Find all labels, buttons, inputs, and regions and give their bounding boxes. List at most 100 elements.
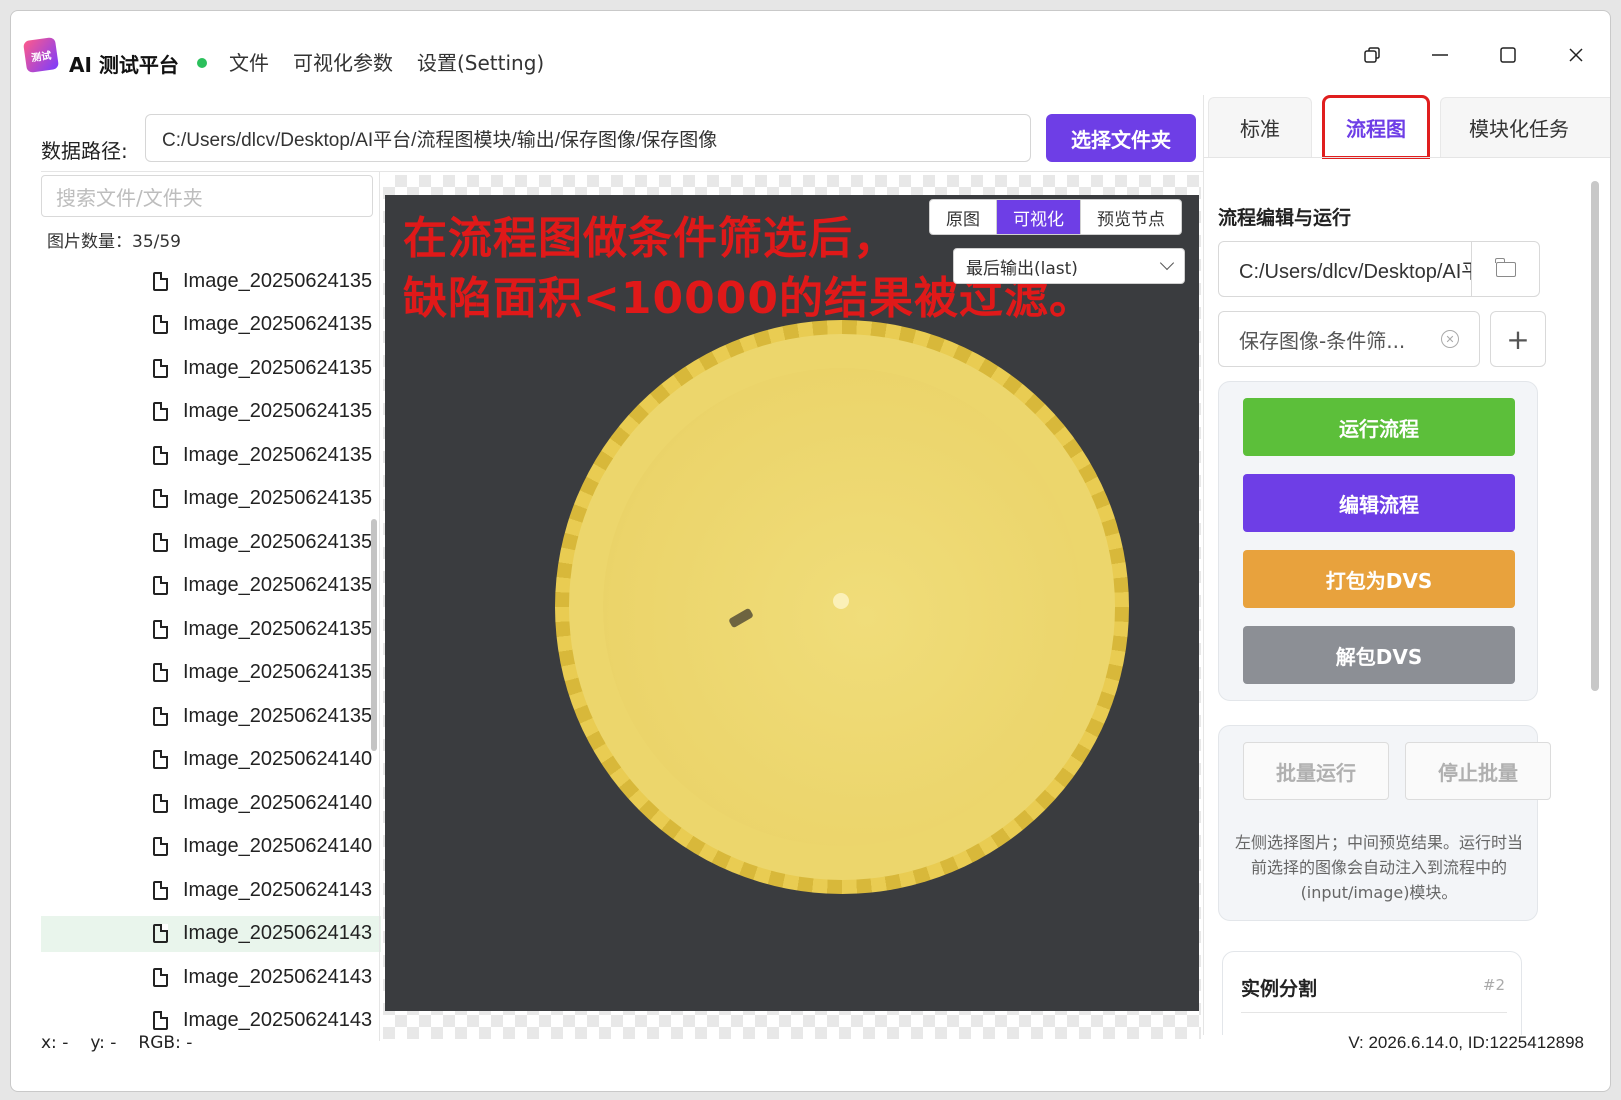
file-list-item[interactable]: Image_20250624135 — [41, 655, 381, 691]
file-icon — [153, 750, 168, 769]
file-list-item[interactable]: Image_20250624135 — [41, 611, 381, 647]
menu-bar: 文件 可视化参数 设置(Setting) — [229, 47, 544, 76]
pack-dvs-button[interactable]: 打包为DVS — [1243, 550, 1515, 608]
view-tab-preview-node[interactable]: 预览节点 — [1080, 200, 1181, 234]
file-name: Image_20250624135 — [183, 313, 373, 335]
version-label: V: 2026.6.14.0, ID:1225412898 — [1348, 1033, 1584, 1052]
file-name: Image_20250624135 — [183, 530, 373, 553]
flow-section-title: 流程编辑与运行 — [1218, 207, 1352, 229]
file-name: Image_20250624135 — [183, 704, 373, 727]
data-path-input[interactable]: C:/Users/dlcv/Desktop/AI平台/流程图模块/输出/保存图像… — [145, 114, 1031, 162]
file-name: Image_20250624143 — [183, 965, 373, 988]
file-list-item[interactable]: Image_20250624140 — [41, 742, 381, 778]
cursor-y-readout: y: - — [90, 1033, 117, 1053]
file-list-item[interactable]: Image_20250624135 — [41, 481, 381, 517]
file-name: Image_20250624140 — [183, 791, 373, 814]
status-dot-icon — [197, 58, 207, 68]
right-panel: 标准 流程图 模块化任务 流程编辑与运行 C:/Users/dlcv/Deskt… — [1203, 95, 1610, 1035]
file-name: Image_20250624143 — [183, 1009, 373, 1031]
choose-folder-button[interactable]: 选择文件夹 — [1046, 114, 1196, 162]
browse-folder-button[interactable] — [1471, 242, 1539, 296]
module-card[interactable]: 实例分割 #2 — [1222, 951, 1522, 1035]
view-tab-original[interactable]: 原图 — [930, 200, 996, 234]
bottle-cap-center — [833, 593, 849, 609]
module-title: 实例分割 — [1241, 978, 1318, 1000]
file-name: Image_20250624135 — [183, 487, 373, 509]
module-id: #2 — [1482, 976, 1505, 994]
file-icon — [153, 924, 168, 943]
flow-select-value: 保存图像-条件筛... — [1239, 328, 1406, 353]
tab-flowchart[interactable]: 流程图 — [1322, 95, 1430, 159]
status-bar: x: - y: - RGB: - — [41, 1033, 192, 1053]
file-list-item[interactable]: Image_20250624143 — [41, 915, 381, 952]
unpack-dvs-button[interactable]: 解包DVS — [1243, 626, 1515, 684]
image-viewer[interactable]: 在流程图做条件筛选后， 缺陷面积<10000的结果被过滤。 原图 可视化 预览节… — [383, 175, 1201, 1039]
file-list-item[interactable]: Image_20250624135 — [41, 698, 381, 734]
file-icon — [153, 271, 168, 291]
edit-flow-button[interactable]: 编辑流程 — [1243, 474, 1515, 532]
file-name: Image_20250624140 — [183, 748, 373, 770]
add-flow-button[interactable]: + — [1490, 311, 1546, 367]
file-icon — [153, 402, 168, 421]
tab-standard[interactable]: 标准 — [1208, 97, 1312, 157]
restore-icon[interactable] — [1338, 35, 1406, 75]
maximize-icon[interactable] — [1474, 35, 1542, 75]
cursor-x-readout: x: - — [41, 1033, 69, 1053]
file-icon — [153, 532, 168, 552]
flow-path-field[interactable]: C:/Users/dlcv/Desktop/AI平台 — [1218, 241, 1540, 297]
file-list-item[interactable]: Image_20250624135 — [41, 350, 381, 386]
batch-run-button[interactable]: 批量运行 — [1243, 742, 1389, 800]
file-icon — [153, 576, 168, 595]
output-node-select-value: 最后输出(last) — [966, 258, 1078, 279]
file-name: Image_20250624135 — [183, 617, 373, 640]
flow-path-value: C:/Users/dlcv/Desktop/AI平台 — [1239, 260, 1471, 283]
file-list-item[interactable]: Image_20250624143 — [41, 872, 381, 908]
output-node-select[interactable]: 最后输出(last) — [953, 248, 1185, 284]
clear-icon[interactable]: ✕ — [1441, 330, 1459, 348]
file-icon — [153, 315, 168, 334]
menu-item-file[interactable]: 文件 — [229, 47, 269, 76]
close-icon[interactable] — [1542, 35, 1610, 75]
divider — [41, 171, 1203, 172]
file-list-item[interactable]: Image_20250624143 — [41, 1003, 381, 1034]
file-name: Image_20250624135 — [183, 269, 373, 292]
stop-batch-button[interactable]: 停止批量 — [1405, 742, 1551, 800]
minimize-icon[interactable] — [1406, 35, 1474, 75]
file-list-item[interactable]: Image_20250624135 — [41, 263, 381, 299]
menu-item-settings[interactable]: 设置(Setting) — [417, 47, 544, 76]
file-icon — [153, 706, 168, 726]
menu-item-visual-params[interactable]: 可视化参数 — [293, 47, 393, 76]
file-icon — [153, 793, 168, 813]
tab-modular-task[interactable]: 模块化任务 — [1440, 97, 1610, 157]
view-tab-visualize[interactable]: 可视化 — [996, 200, 1080, 234]
file-list-item[interactable]: Image_20250624135 — [41, 437, 381, 473]
file-icon — [153, 880, 168, 900]
file-list-scrollbar[interactable] — [371, 519, 377, 751]
file-name: Image_20250624135 — [183, 400, 373, 422]
flow-actions-card: 运行流程 编辑流程 打包为DVS 解包DVS — [1218, 381, 1538, 701]
rgb-readout: RGB: - — [138, 1033, 193, 1053]
file-icon — [153, 358, 168, 378]
file-name: Image_20250624143 — [183, 878, 373, 901]
file-name: Image_20250624140 — [183, 835, 373, 857]
folder-icon — [1495, 257, 1516, 277]
run-flow-button[interactable]: 运行流程 — [1243, 398, 1515, 456]
file-list-item[interactable]: Image_20250624140 — [41, 785, 381, 821]
file-icon — [153, 837, 168, 856]
file-list-item[interactable]: Image_20250624135 — [41, 568, 381, 604]
batch-hint-text: 左侧选择图片；中间预览结果。运行时当前选择的图像会自动注入到流程中的(input… — [1234, 833, 1523, 902]
file-list-item[interactable]: Image_20250624135 — [41, 394, 381, 430]
file-list-item[interactable]: Image_20250624143 — [41, 959, 381, 995]
chevron-down-icon — [1159, 255, 1175, 271]
file-search-input[interactable]: 搜索文件/文件夹 — [41, 175, 373, 217]
right-panel-scrollbar[interactable] — [1591, 181, 1599, 691]
preview-image: 在流程图做条件筛选后， 缺陷面积<10000的结果被过滤。 — [385, 195, 1199, 1011]
file-list-item[interactable]: Image_20250624140 — [41, 829, 381, 865]
flow-select[interactable]: 保存图像-条件筛... ✕ — [1218, 311, 1480, 367]
file-icon — [153, 489, 168, 508]
image-count: 图片数量：35/59 — [47, 232, 181, 252]
file-name: Image_20250624135 — [183, 661, 373, 683]
file-list-item[interactable]: Image_20250624135 — [41, 307, 381, 343]
file-name: Image_20250624135 — [183, 574, 373, 596]
file-list-item[interactable]: Image_20250624135 — [41, 524, 381, 560]
